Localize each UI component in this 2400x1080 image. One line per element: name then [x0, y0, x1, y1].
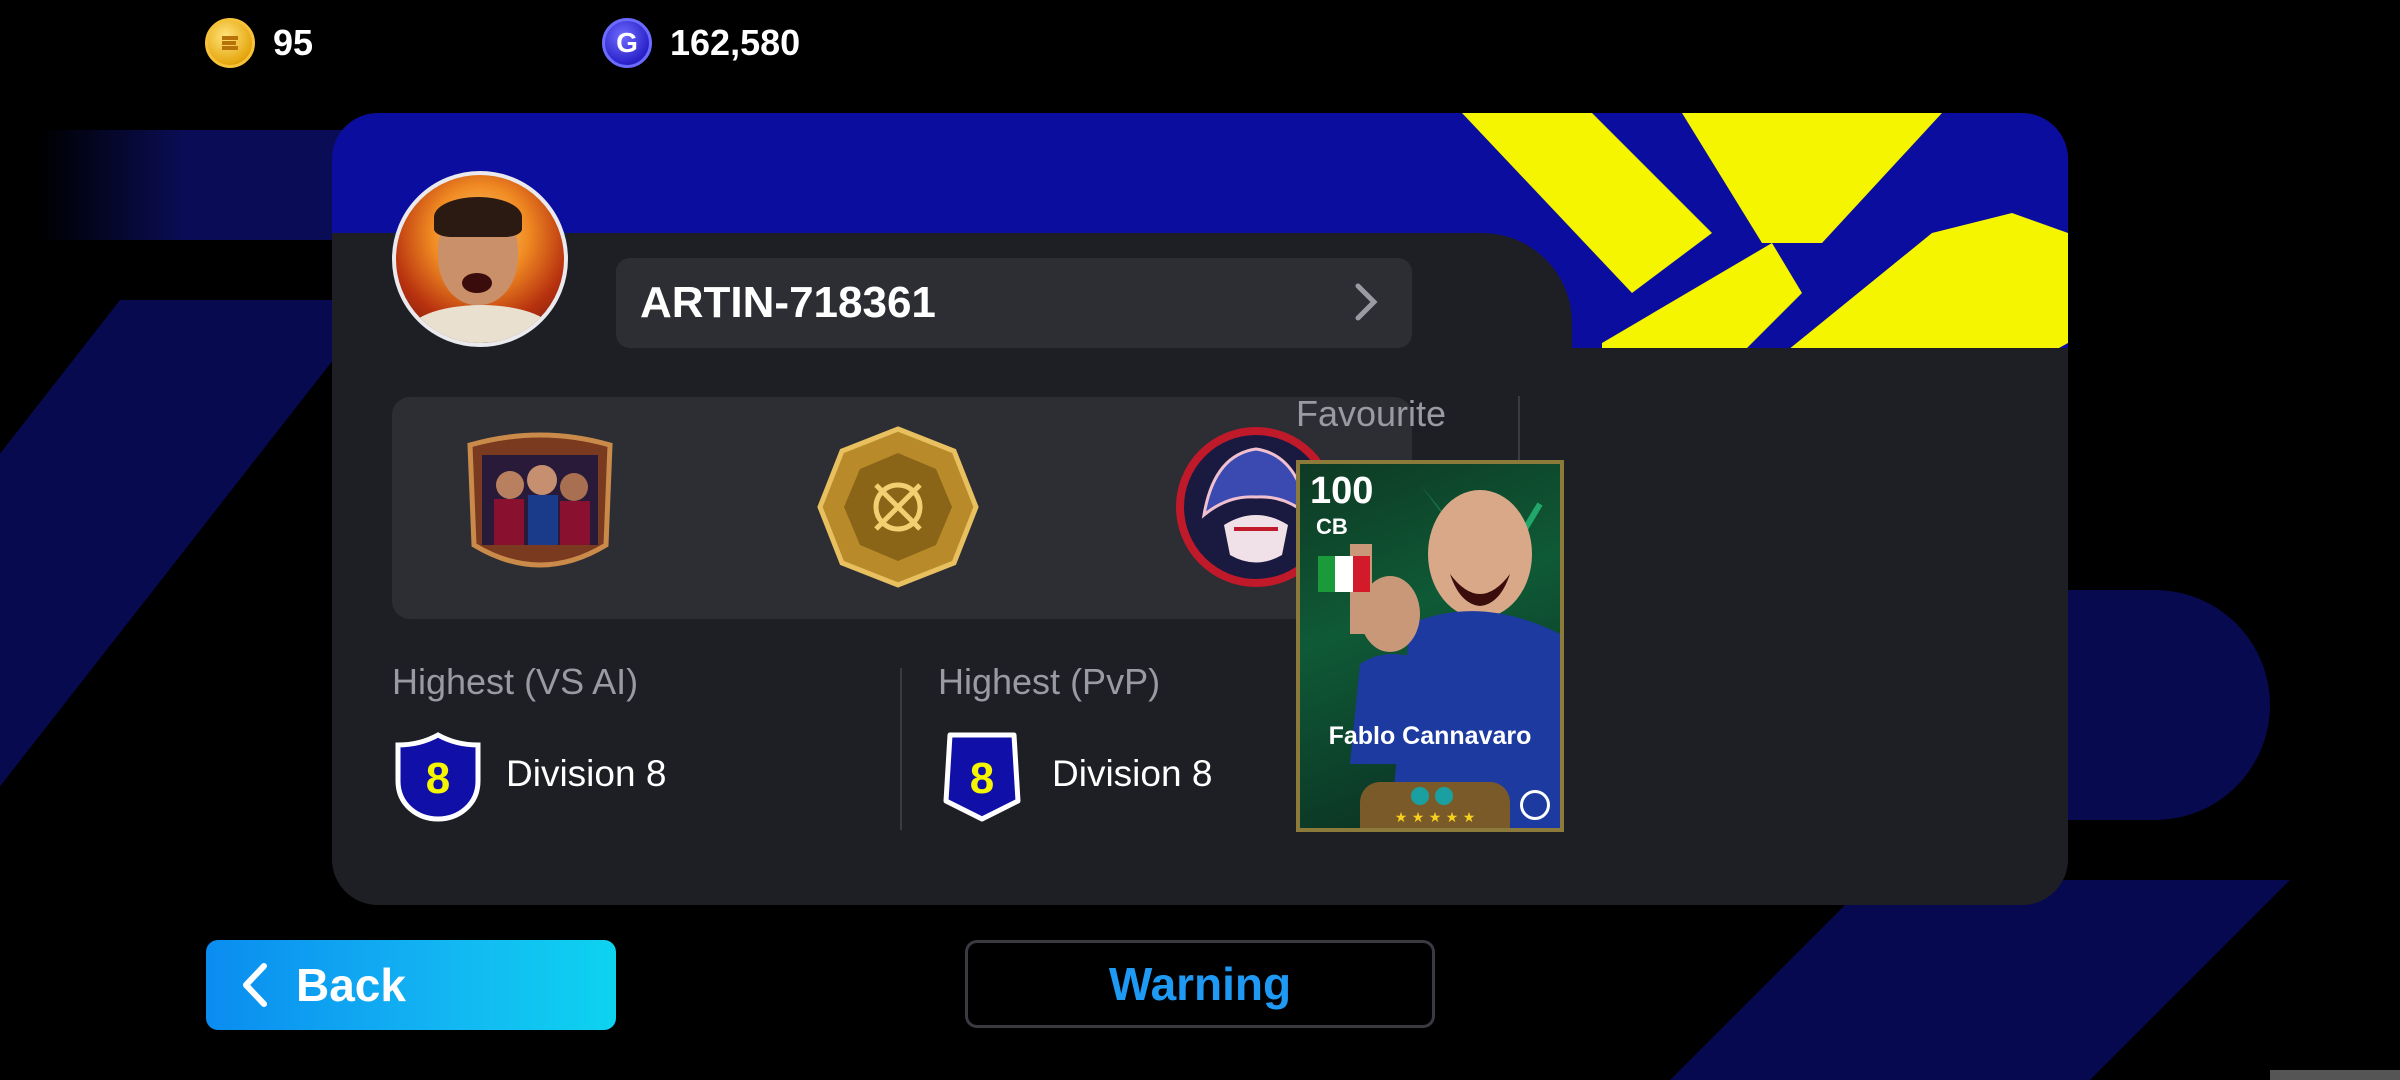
vs-ai-rank-label: Highest (VS AI) — [392, 661, 639, 702]
favourite-player-card[interactable]: 100 CB Fablo Cannavaro ★ ★ ★ ★ ★ — [1296, 460, 1564, 832]
svg-text:8: 8 — [426, 754, 450, 803]
svg-text:8: 8 — [970, 754, 994, 803]
background-shape-left — [0, 300, 380, 860]
player-name: Fablo Cannavaro — [1328, 722, 1532, 750]
division-badge-icon: 8 — [395, 732, 481, 822]
vs-ai-division: Division 8 — [506, 753, 667, 794]
back-button[interactable]: Back — [206, 940, 616, 1030]
svg-text:★ ★ ★ ★ ★: ★ ★ ★ ★ ★ — [1395, 810, 1476, 826]
pvp-division: Division 8 — [1052, 753, 1213, 794]
player-card-base: ★ ★ ★ ★ ★ — [1360, 782, 1510, 828]
player-rating: 100 — [1310, 470, 1374, 512]
background-stripe — [40, 130, 360, 240]
profile-card: ARTIN-718361 Highest (VS AI) 8 Division … — [332, 113, 2068, 905]
efootball-logo-icon — [1520, 790, 1550, 820]
team-photo-emblem[interactable] — [458, 425, 622, 589]
navigation-bar-handle — [2270, 1070, 2400, 1080]
warning-label: Warning — [1108, 958, 1292, 1010]
efootball-coin-icon — [205, 18, 255, 68]
gp-balance: G 162,580 — [602, 18, 800, 68]
divider — [900, 668, 902, 830]
emblem-panel[interactable] — [392, 397, 1412, 619]
italy-flag-icon — [1318, 556, 1370, 592]
background-shape-bottom — [1670, 880, 2290, 1080]
warning-button[interactable]: Warning — [965, 940, 1435, 1028]
division-badge-icon: 8 — [943, 732, 1021, 822]
username-button[interactable]: ARTIN-718361 — [616, 258, 1412, 348]
coin-balance: 95 — [205, 18, 313, 68]
avatar[interactable] — [392, 171, 568, 347]
player-position: CB — [1316, 514, 1348, 539]
coin-value: 95 — [273, 22, 314, 63]
back-label: Back — [296, 959, 406, 1011]
gp-coin-icon: G — [602, 18, 652, 68]
gp-value: 162,580 — [670, 22, 801, 63]
gold-badge-emblem[interactable] — [816, 425, 980, 589]
chevron-left-icon — [243, 963, 267, 1007]
chevron-right-icon — [1355, 283, 1378, 321]
username: ARTIN-718361 — [640, 278, 936, 327]
favourite-label: Favourite — [1296, 393, 1447, 434]
pvp-rank-label: Highest (PvP) — [938, 661, 1161, 702]
